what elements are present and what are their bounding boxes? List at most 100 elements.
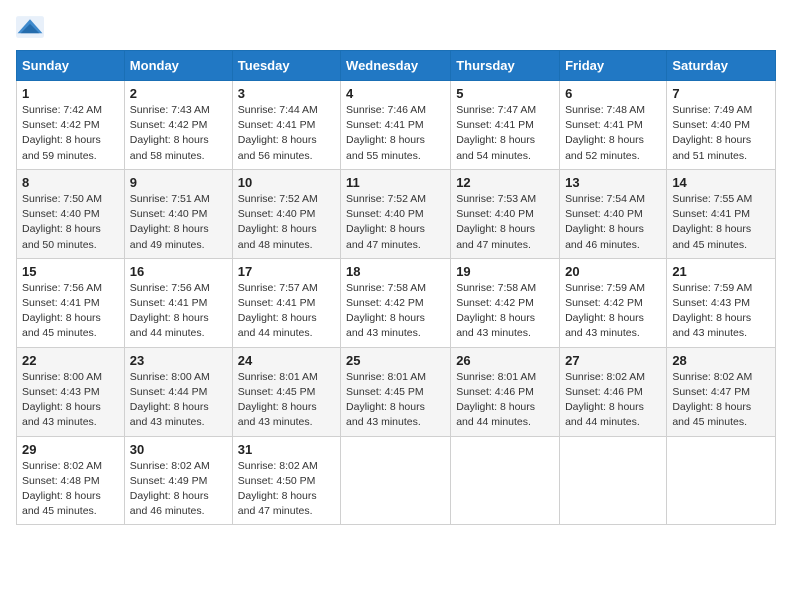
calendar-cell: 16 Sunrise: 7:56 AM Sunset: 4:41 PM Dayl…	[124, 258, 232, 347]
calendar-cell: 9 Sunrise: 7:51 AM Sunset: 4:40 PM Dayli…	[124, 169, 232, 258]
calendar-cell: 14 Sunrise: 7:55 AM Sunset: 4:41 PM Dayl…	[667, 169, 776, 258]
calendar-cell: 17 Sunrise: 7:57 AM Sunset: 4:41 PM Dayl…	[232, 258, 340, 347]
day-detail: Sunrise: 8:01 AM Sunset: 4:45 PM Dayligh…	[346, 370, 445, 431]
day-detail: Sunrise: 7:44 AM Sunset: 4:41 PM Dayligh…	[238, 103, 335, 164]
day-detail: Sunrise: 7:56 AM Sunset: 4:41 PM Dayligh…	[22, 281, 119, 342]
day-number: 13	[565, 175, 661, 190]
calendar-cell: 2 Sunrise: 7:43 AM Sunset: 4:42 PM Dayli…	[124, 81, 232, 170]
calendar-table: SundayMondayTuesdayWednesdayThursdayFrid…	[16, 50, 776, 525]
day-detail: Sunrise: 7:58 AM Sunset: 4:42 PM Dayligh…	[346, 281, 445, 342]
day-number: 25	[346, 353, 445, 368]
calendar-cell: 29 Sunrise: 8:02 AM Sunset: 4:48 PM Dayl…	[17, 436, 125, 525]
calendar-cell	[341, 436, 451, 525]
day-number: 17	[238, 264, 335, 279]
day-detail: Sunrise: 8:02 AM Sunset: 4:50 PM Dayligh…	[238, 459, 335, 520]
day-number: 14	[672, 175, 770, 190]
day-number: 6	[565, 86, 661, 101]
calendar-cell: 26 Sunrise: 8:01 AM Sunset: 4:46 PM Dayl…	[451, 347, 560, 436]
col-header-thursday: Thursday	[451, 51, 560, 81]
calendar-cell: 24 Sunrise: 8:01 AM Sunset: 4:45 PM Dayl…	[232, 347, 340, 436]
day-number: 16	[130, 264, 227, 279]
calendar-cell: 25 Sunrise: 8:01 AM Sunset: 4:45 PM Dayl…	[341, 347, 451, 436]
day-number: 18	[346, 264, 445, 279]
calendar-cell: 13 Sunrise: 7:54 AM Sunset: 4:40 PM Dayl…	[560, 169, 667, 258]
calendar-cell: 21 Sunrise: 7:59 AM Sunset: 4:43 PM Dayl…	[667, 258, 776, 347]
col-header-saturday: Saturday	[667, 51, 776, 81]
calendar-cell: 3 Sunrise: 7:44 AM Sunset: 4:41 PM Dayli…	[232, 81, 340, 170]
calendar-cell: 1 Sunrise: 7:42 AM Sunset: 4:42 PM Dayli…	[17, 81, 125, 170]
day-detail: Sunrise: 8:01 AM Sunset: 4:45 PM Dayligh…	[238, 370, 335, 431]
calendar-cell: 20 Sunrise: 7:59 AM Sunset: 4:42 PM Dayl…	[560, 258, 667, 347]
day-detail: Sunrise: 7:42 AM Sunset: 4:42 PM Dayligh…	[22, 103, 119, 164]
day-detail: Sunrise: 7:57 AM Sunset: 4:41 PM Dayligh…	[238, 281, 335, 342]
day-number: 21	[672, 264, 770, 279]
calendar-cell: 4 Sunrise: 7:46 AM Sunset: 4:41 PM Dayli…	[341, 81, 451, 170]
day-number: 10	[238, 175, 335, 190]
day-number: 30	[130, 442, 227, 457]
calendar-cell: 11 Sunrise: 7:52 AM Sunset: 4:40 PM Dayl…	[341, 169, 451, 258]
day-detail: Sunrise: 8:02 AM Sunset: 4:48 PM Dayligh…	[22, 459, 119, 520]
calendar-week-1: 1 Sunrise: 7:42 AM Sunset: 4:42 PM Dayli…	[17, 81, 776, 170]
col-header-friday: Friday	[560, 51, 667, 81]
calendar-cell: 15 Sunrise: 7:56 AM Sunset: 4:41 PM Dayl…	[17, 258, 125, 347]
calendar-cell: 19 Sunrise: 7:58 AM Sunset: 4:42 PM Dayl…	[451, 258, 560, 347]
calendar-week-4: 22 Sunrise: 8:00 AM Sunset: 4:43 PM Dayl…	[17, 347, 776, 436]
day-detail: Sunrise: 7:55 AM Sunset: 4:41 PM Dayligh…	[672, 192, 770, 253]
day-detail: Sunrise: 7:43 AM Sunset: 4:42 PM Dayligh…	[130, 103, 227, 164]
col-header-wednesday: Wednesday	[341, 51, 451, 81]
day-detail: Sunrise: 8:01 AM Sunset: 4:46 PM Dayligh…	[456, 370, 554, 431]
day-number: 7	[672, 86, 770, 101]
day-detail: Sunrise: 7:48 AM Sunset: 4:41 PM Dayligh…	[565, 103, 661, 164]
day-number: 11	[346, 175, 445, 190]
calendar-cell: 6 Sunrise: 7:48 AM Sunset: 4:41 PM Dayli…	[560, 81, 667, 170]
calendar-cell: 22 Sunrise: 8:00 AM Sunset: 4:43 PM Dayl…	[17, 347, 125, 436]
day-detail: Sunrise: 7:59 AM Sunset: 4:42 PM Dayligh…	[565, 281, 661, 342]
calendar-cell: 12 Sunrise: 7:53 AM Sunset: 4:40 PM Dayl…	[451, 169, 560, 258]
day-number: 8	[22, 175, 119, 190]
day-number: 26	[456, 353, 554, 368]
calendar-cell: 28 Sunrise: 8:02 AM Sunset: 4:47 PM Dayl…	[667, 347, 776, 436]
calendar-cell: 5 Sunrise: 7:47 AM Sunset: 4:41 PM Dayli…	[451, 81, 560, 170]
day-number: 19	[456, 264, 554, 279]
day-number: 23	[130, 353, 227, 368]
calendar-cell	[560, 436, 667, 525]
calendar-cell: 18 Sunrise: 7:58 AM Sunset: 4:42 PM Dayl…	[341, 258, 451, 347]
calendar-week-2: 8 Sunrise: 7:50 AM Sunset: 4:40 PM Dayli…	[17, 169, 776, 258]
day-number: 4	[346, 86, 445, 101]
day-detail: Sunrise: 7:54 AM Sunset: 4:40 PM Dayligh…	[565, 192, 661, 253]
day-number: 5	[456, 86, 554, 101]
day-detail: Sunrise: 8:02 AM Sunset: 4:46 PM Dayligh…	[565, 370, 661, 431]
day-detail: Sunrise: 7:46 AM Sunset: 4:41 PM Dayligh…	[346, 103, 445, 164]
col-header-monday: Monday	[124, 51, 232, 81]
day-detail: Sunrise: 7:58 AM Sunset: 4:42 PM Dayligh…	[456, 281, 554, 342]
day-detail: Sunrise: 7:47 AM Sunset: 4:41 PM Dayligh…	[456, 103, 554, 164]
day-detail: Sunrise: 7:49 AM Sunset: 4:40 PM Dayligh…	[672, 103, 770, 164]
day-detail: Sunrise: 7:51 AM Sunset: 4:40 PM Dayligh…	[130, 192, 227, 253]
day-number: 15	[22, 264, 119, 279]
header-row: SundayMondayTuesdayWednesdayThursdayFrid…	[17, 51, 776, 81]
calendar-cell: 27 Sunrise: 8:02 AM Sunset: 4:46 PM Dayl…	[560, 347, 667, 436]
day-number: 20	[565, 264, 661, 279]
day-detail: Sunrise: 7:53 AM Sunset: 4:40 PM Dayligh…	[456, 192, 554, 253]
day-number: 9	[130, 175, 227, 190]
day-detail: Sunrise: 7:56 AM Sunset: 4:41 PM Dayligh…	[130, 281, 227, 342]
day-number: 24	[238, 353, 335, 368]
calendar-cell: 23 Sunrise: 8:00 AM Sunset: 4:44 PM Dayl…	[124, 347, 232, 436]
day-detail: Sunrise: 8:02 AM Sunset: 4:49 PM Dayligh…	[130, 459, 227, 520]
calendar-cell: 8 Sunrise: 7:50 AM Sunset: 4:40 PM Dayli…	[17, 169, 125, 258]
calendar-cell: 31 Sunrise: 8:02 AM Sunset: 4:50 PM Dayl…	[232, 436, 340, 525]
col-header-tuesday: Tuesday	[232, 51, 340, 81]
day-detail: Sunrise: 8:00 AM Sunset: 4:44 PM Dayligh…	[130, 370, 227, 431]
day-detail: Sunrise: 7:59 AM Sunset: 4:43 PM Dayligh…	[672, 281, 770, 342]
day-detail: Sunrise: 7:50 AM Sunset: 4:40 PM Dayligh…	[22, 192, 119, 253]
day-detail: Sunrise: 8:00 AM Sunset: 4:43 PM Dayligh…	[22, 370, 119, 431]
calendar-week-3: 15 Sunrise: 7:56 AM Sunset: 4:41 PM Dayl…	[17, 258, 776, 347]
calendar-cell: 30 Sunrise: 8:02 AM Sunset: 4:49 PM Dayl…	[124, 436, 232, 525]
calendar-cell	[667, 436, 776, 525]
logo	[16, 16, 48, 38]
day-detail: Sunrise: 7:52 AM Sunset: 4:40 PM Dayligh…	[346, 192, 445, 253]
day-number: 2	[130, 86, 227, 101]
day-detail: Sunrise: 7:52 AM Sunset: 4:40 PM Dayligh…	[238, 192, 335, 253]
calendar-cell	[451, 436, 560, 525]
calendar-week-5: 29 Sunrise: 8:02 AM Sunset: 4:48 PM Dayl…	[17, 436, 776, 525]
